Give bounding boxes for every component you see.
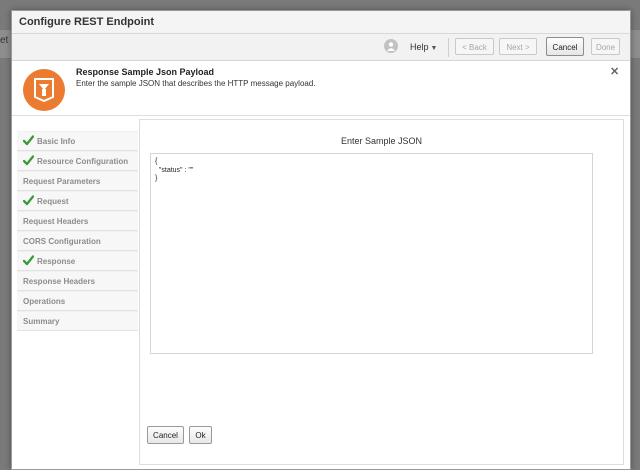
- json-line: {: [155, 158, 158, 165]
- train-step-label: CORS Configuration: [23, 237, 101, 246]
- panel-title: Enter Sample JSON: [340, 136, 423, 146]
- train-step-label: Resource Configuration: [37, 157, 129, 166]
- rest-endpoint-icon: [23, 69, 65, 111]
- json-line: "status" : "": [155, 166, 194, 174]
- configure-rest-endpoint-dialog: Configure REST Endpoint Help ▼ < Back Nex…: [11, 10, 631, 470]
- train-step-resource-configuration[interactable]: Resource Configuration: [17, 151, 138, 171]
- sample-json-editor[interactable]: { "status" : ""}: [150, 153, 593, 354]
- train-step-response[interactable]: Response: [17, 251, 138, 271]
- help-label: Help: [410, 42, 429, 52]
- panel-cancel-button[interactable]: Cancel: [147, 426, 184, 444]
- train-step-label: Request: [37, 197, 69, 206]
- train-step-label: Request Headers: [23, 217, 89, 226]
- step-header: Response Sample Json Payload Enter the s…: [12, 61, 630, 116]
- dialog-title: Configure REST Endpoint: [19, 16, 155, 28]
- done-button[interactable]: Done: [591, 38, 620, 55]
- step-description: Enter the sample JSON that describes the…: [76, 79, 316, 88]
- wizard-toolbar: Help ▼ < Back Next > Cancel Done: [12, 34, 630, 61]
- checkmark-icon: [22, 135, 35, 148]
- checkmark-icon: [22, 155, 35, 168]
- ok-button[interactable]: Ok: [189, 426, 212, 444]
- train-step-basic-info[interactable]: Basic Info: [17, 131, 138, 151]
- train-step-response-headers[interactable]: Response Headers: [17, 271, 138, 291]
- sample-json-panel: Enter Sample JSON { "status" : ""} Cance…: [139, 119, 624, 465]
- cancel-button[interactable]: Cancel: [546, 37, 584, 56]
- train-step-operations[interactable]: Operations: [17, 291, 138, 311]
- toolbar-separator: [448, 38, 449, 57]
- close-icon[interactable]: ✕: [610, 65, 619, 78]
- train-step-label: Operations: [23, 297, 66, 306]
- train-step-label: Basic Info: [37, 137, 76, 146]
- checkmark-icon: [22, 195, 35, 208]
- step-title: Response Sample Json Payload: [76, 67, 215, 77]
- train-step-label: Response: [37, 257, 76, 266]
- train-step-request[interactable]: Request: [17, 191, 138, 211]
- train-step-request-headers[interactable]: Request Headers: [17, 211, 138, 231]
- train-step-request-parameters[interactable]: Request Parameters: [17, 171, 138, 191]
- checkmark-icon: [22, 255, 35, 268]
- train-step-label: Response Headers: [23, 277, 96, 286]
- train-step-summary[interactable]: Summary: [17, 311, 138, 331]
- chevron-down-icon: ▼: [430, 45, 438, 52]
- background-window-text: et: [0, 35, 9, 46]
- train-step-label: Request Parameters: [23, 177, 101, 186]
- wizard-train: Basic Info Resource Configuration Request …: [17, 131, 138, 331]
- help-menu[interactable]: Help ▼: [410, 42, 437, 52]
- next-button[interactable]: Next >: [499, 38, 537, 55]
- back-button[interactable]: < Back: [455, 38, 494, 55]
- train-step-label: Summary: [23, 317, 60, 326]
- train-step-cors-configuration[interactable]: CORS Configuration: [17, 231, 138, 251]
- help-user-icon[interactable]: [384, 39, 398, 53]
- json-line: }: [155, 175, 158, 182]
- dialog-titlebar: Configure REST Endpoint: [12, 11, 630, 34]
